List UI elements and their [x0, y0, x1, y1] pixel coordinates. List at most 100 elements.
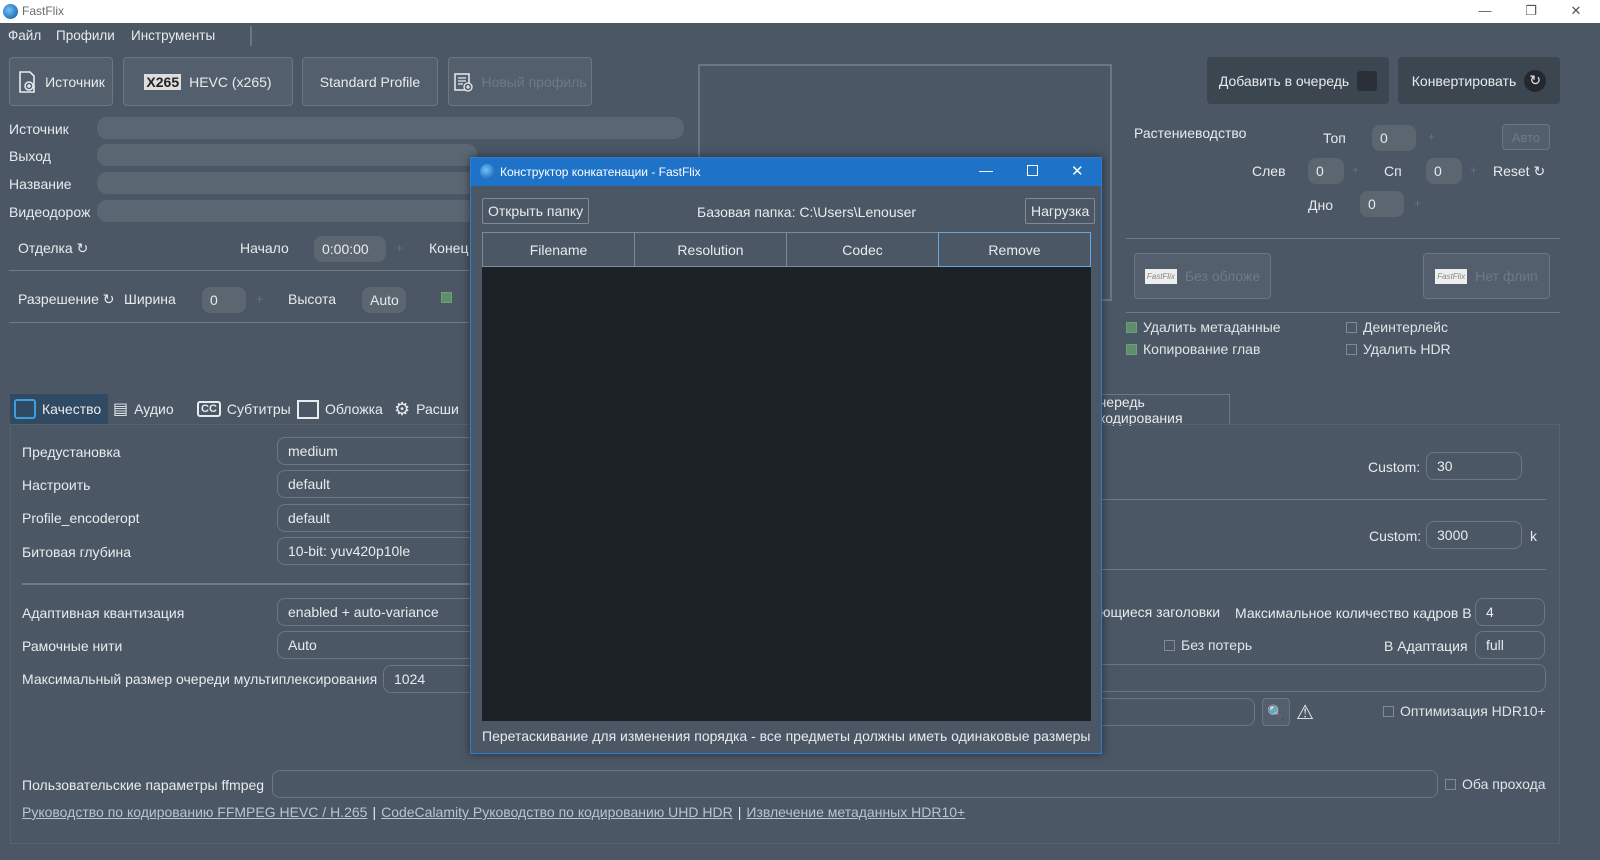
crop-top-input[interactable]: 0 [1372, 125, 1416, 151]
tab-quality[interactable]: Качество [10, 394, 108, 424]
source-button[interactable]: Источник [9, 57, 113, 106]
width-input[interactable]: 0 [202, 287, 246, 313]
tab-cover[interactable]: Обложка [297, 394, 383, 424]
crop-auto-button[interactable]: Авто [1502, 124, 1550, 150]
codecalamity-hdr-guide-link[interactable]: CodeCalamity Руководство по кодированию … [381, 804, 733, 820]
dialog-minimize-icon[interactable]: — [979, 162, 993, 178]
crop-left-input[interactable]: 0 [1308, 158, 1344, 184]
reset-icon: ↻ [1533, 163, 1546, 179]
column-resolution[interactable]: Resolution [634, 232, 787, 267]
lossless-checkbox[interactable]: Без потерь [1164, 637, 1252, 653]
start-time-input[interactable]: 0:00:00 [314, 236, 386, 262]
video-track-select[interactable] [97, 200, 477, 222]
profile-button[interactable]: Standard Profile [302, 57, 438, 106]
custom-bitrate-input[interactable]: 3000 [1426, 521, 1522, 549]
load-button[interactable]: Нагрузка [1025, 198, 1096, 224]
crop-right-plus-icon[interactable]: + [1470, 163, 1477, 177]
height-input[interactable]: Auto [362, 287, 406, 313]
crop-bottom-plus-icon[interactable]: + [1414, 196, 1421, 210]
encoder-button-label: HEVC (x265) [189, 73, 272, 90]
no-flip-button[interactable]: FastFlix Нет флип [1423, 253, 1550, 299]
tune-select[interactable]: default [277, 470, 477, 498]
dialog-title-bar: Конструктор конкатенации - FastFlix — ✕ [471, 158, 1101, 186]
title-input[interactable] [97, 172, 477, 194]
menu-file[interactable]: Файл [8, 28, 41, 43]
folder-search-icon[interactable]: 🔍 [1262, 698, 1290, 726]
bitdepth-select[interactable]: 10-bit: yuv420p10le [277, 537, 477, 565]
extra-input[interactable] [1100, 664, 1546, 692]
deinterlace-checkbox[interactable]: Деинтерлейс [1346, 319, 1448, 335]
close-icon[interactable]: ✕ [1553, 0, 1599, 23]
trim-reset-icon[interactable]: ↻ [77, 240, 89, 256]
dialog-title: Конструктор конкатенации - FastFlix [500, 165, 701, 179]
tab-queue-label: чередь кодирования [1099, 393, 1183, 426]
crop-bottom-input[interactable]: 0 [1360, 191, 1404, 217]
menu-tools[interactable]: Инструменты [131, 28, 215, 43]
preset-select[interactable]: medium [277, 437, 477, 465]
open-folder-button[interactable]: Открыть папку [482, 198, 590, 224]
remove-metadata-checkbox[interactable]: Удалить метаданные [1126, 319, 1281, 335]
tab-subtitles[interactable]: CC Субтитры [197, 394, 291, 424]
start-plus-icon[interactable]: + [396, 241, 403, 255]
encoder-button[interactable]: X265 HEVC (x265) [123, 57, 293, 106]
end-label: Конец [429, 240, 469, 256]
column-codec[interactable]: Codec [786, 232, 939, 267]
quality-icon [14, 399, 36, 419]
crop-right-input[interactable]: 0 [1426, 158, 1462, 184]
divider [1100, 499, 1546, 500]
tab-cover-label: Обложка [325, 401, 383, 417]
start-label: Начало [240, 240, 289, 256]
crop-top-plus-icon[interactable]: + [1428, 130, 1435, 144]
resolution-reset-icon[interactable]: ↻ [103, 291, 115, 307]
convert-refresh-icon: ↻ [1524, 69, 1547, 92]
source-input[interactable] [97, 117, 684, 139]
aq-select[interactable]: enabled + auto-variance [277, 598, 477, 626]
ffmpeg-params-label: Пользовательские параметры ffmpeg [22, 777, 265, 793]
output-label: Выход [9, 148, 51, 164]
maximize-icon[interactable]: ❐ [1508, 0, 1554, 23]
tab-encoding-queue[interactable]: чередь кодирования [1090, 393, 1230, 426]
custom-crf-input[interactable]: 30 [1426, 452, 1522, 480]
remove-hdr-checkbox[interactable]: Удалить HDR [1346, 341, 1451, 357]
dialog-close-icon[interactable]: ✕ [1071, 162, 1084, 180]
tab-advanced[interactable]: ⚙ Расши [394, 394, 459, 424]
no-cover-button[interactable]: FastFlix Без обложе [1134, 253, 1271, 299]
divider [9, 322, 469, 323]
b-adapt-label: В Адаптация [1384, 638, 1468, 654]
column-filename[interactable]: Filename [482, 232, 635, 267]
copy-chapters-checkbox[interactable]: Копирование глав [1126, 341, 1260, 357]
resolution-checkbox[interactable] [441, 292, 452, 303]
convert-button[interactable]: Конвертировать ↻ [1398, 57, 1560, 104]
fastflix-logo-icon: FastFlix [1144, 268, 1177, 284]
crop-right-label: Сп [1384, 163, 1402, 179]
crop-top-label: Топ [1323, 130, 1346, 146]
crop-left-plus-icon[interactable]: + [1352, 163, 1359, 177]
output-input[interactable] [97, 144, 477, 166]
ffmpeg-hevc-guide-link[interactable]: Руководство по кодированию FFMPEG HEVC /… [22, 804, 367, 820]
frame-threads-select[interactable]: Auto [277, 631, 477, 659]
video-track-label: Видеодорож [9, 204, 91, 220]
max-bframes-input[interactable]: 4 [1475, 598, 1545, 626]
new-profile-button[interactable]: Новый профиль [448, 57, 592, 106]
gear-icon: ⚙ [394, 398, 411, 419]
file-list-table[interactable] [482, 267, 1091, 721]
tab-audio[interactable]: ▤ Аудио [113, 394, 174, 424]
add-to-queue-button[interactable]: Добавить в очередь [1207, 57, 1389, 104]
hdr10-file-input[interactable] [1100, 698, 1255, 726]
b-adapt-select[interactable]: full [1475, 631, 1545, 659]
link-separator: | [737, 804, 742, 820]
no-flip-label: Нет флип [1475, 268, 1538, 284]
mux-queue-input[interactable]: 1024 [383, 665, 477, 693]
crop-reset-button[interactable]: Reset ↻ [1493, 163, 1545, 180]
hdr10-metadata-link[interactable]: Извлечение метаданных HDR10+ [746, 804, 965, 820]
both-passes-checkbox[interactable]: Оба прохода [1445, 776, 1546, 792]
dialog-maximize-icon[interactable] [1027, 165, 1038, 176]
menu-profiles[interactable]: Профили [56, 28, 115, 43]
concat-dialog: Конструктор конкатенации - FastFlix — ✕ … [470, 157, 1102, 754]
ffmpeg-params-input[interactable] [272, 770, 1438, 798]
minimize-icon[interactable]: — [1462, 0, 1508, 23]
profile-select[interactable]: default [277, 504, 477, 532]
column-remove[interactable]: Remove [938, 232, 1091, 267]
hdr10-optimization-checkbox[interactable]: Оптимизация HDR10+ [1383, 703, 1546, 719]
width-plus-icon[interactable]: + [256, 292, 263, 306]
